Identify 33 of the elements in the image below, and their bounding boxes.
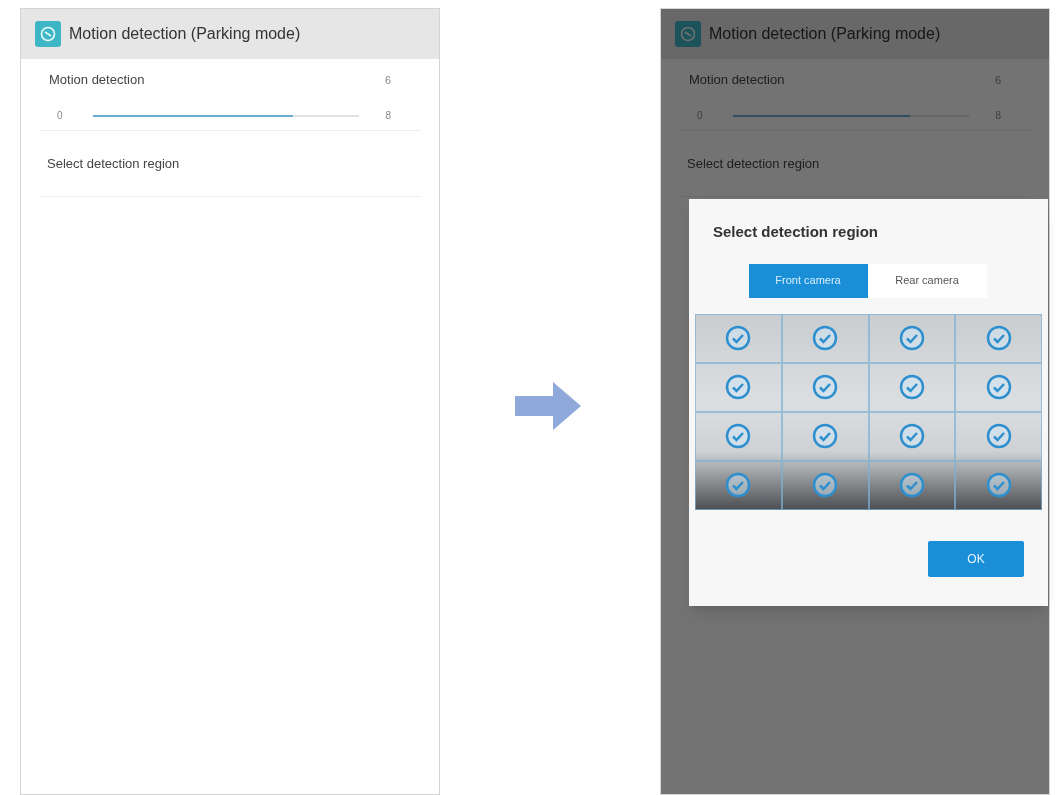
check-icon[interactable] xyxy=(725,325,752,351)
check-icon[interactable] xyxy=(898,423,925,449)
check-icon[interactable] xyxy=(725,374,752,400)
check-icon[interactable] xyxy=(898,472,925,498)
list-item[interactable]: Select detection region xyxy=(687,153,820,174)
setting-label: Motion detection xyxy=(689,71,785,90)
check-icon[interactable] xyxy=(985,325,1012,351)
check-icon[interactable] xyxy=(812,423,839,449)
check-icon[interactable] xyxy=(985,423,1012,449)
ok-button[interactable]: OK xyxy=(928,540,1024,577)
slider-min: 0 xyxy=(57,109,64,123)
setting-label: Motion detection xyxy=(49,71,145,90)
slider-max: 8 xyxy=(385,109,391,123)
slider[interactable] xyxy=(93,114,360,117)
check-icon[interactable] xyxy=(812,472,839,498)
slider[interactable] xyxy=(733,114,970,117)
list-item[interactable]: Select detection region xyxy=(47,153,180,174)
app-icon xyxy=(675,21,701,47)
check-icon[interactable] xyxy=(985,472,1012,498)
header-title: Motion detection (Parking mode) xyxy=(709,24,941,44)
check-icon[interactable] xyxy=(898,374,925,400)
check-icon[interactable] xyxy=(812,374,839,400)
dialog-title: Select detection region xyxy=(712,222,880,242)
check-icon[interactable] xyxy=(725,472,752,498)
check-icon[interactable] xyxy=(898,325,925,351)
right-arrow-icon xyxy=(515,382,581,430)
check-icon[interactable] xyxy=(985,374,1012,400)
app-icon xyxy=(35,21,61,47)
setting-value: 6 xyxy=(384,72,391,88)
check-icon[interactable] xyxy=(812,325,839,351)
camera-tab[interactable]: Front camera xyxy=(748,263,868,298)
check-icon[interactable] xyxy=(725,423,752,449)
header-title: Motion detection (Parking mode) xyxy=(69,24,301,44)
